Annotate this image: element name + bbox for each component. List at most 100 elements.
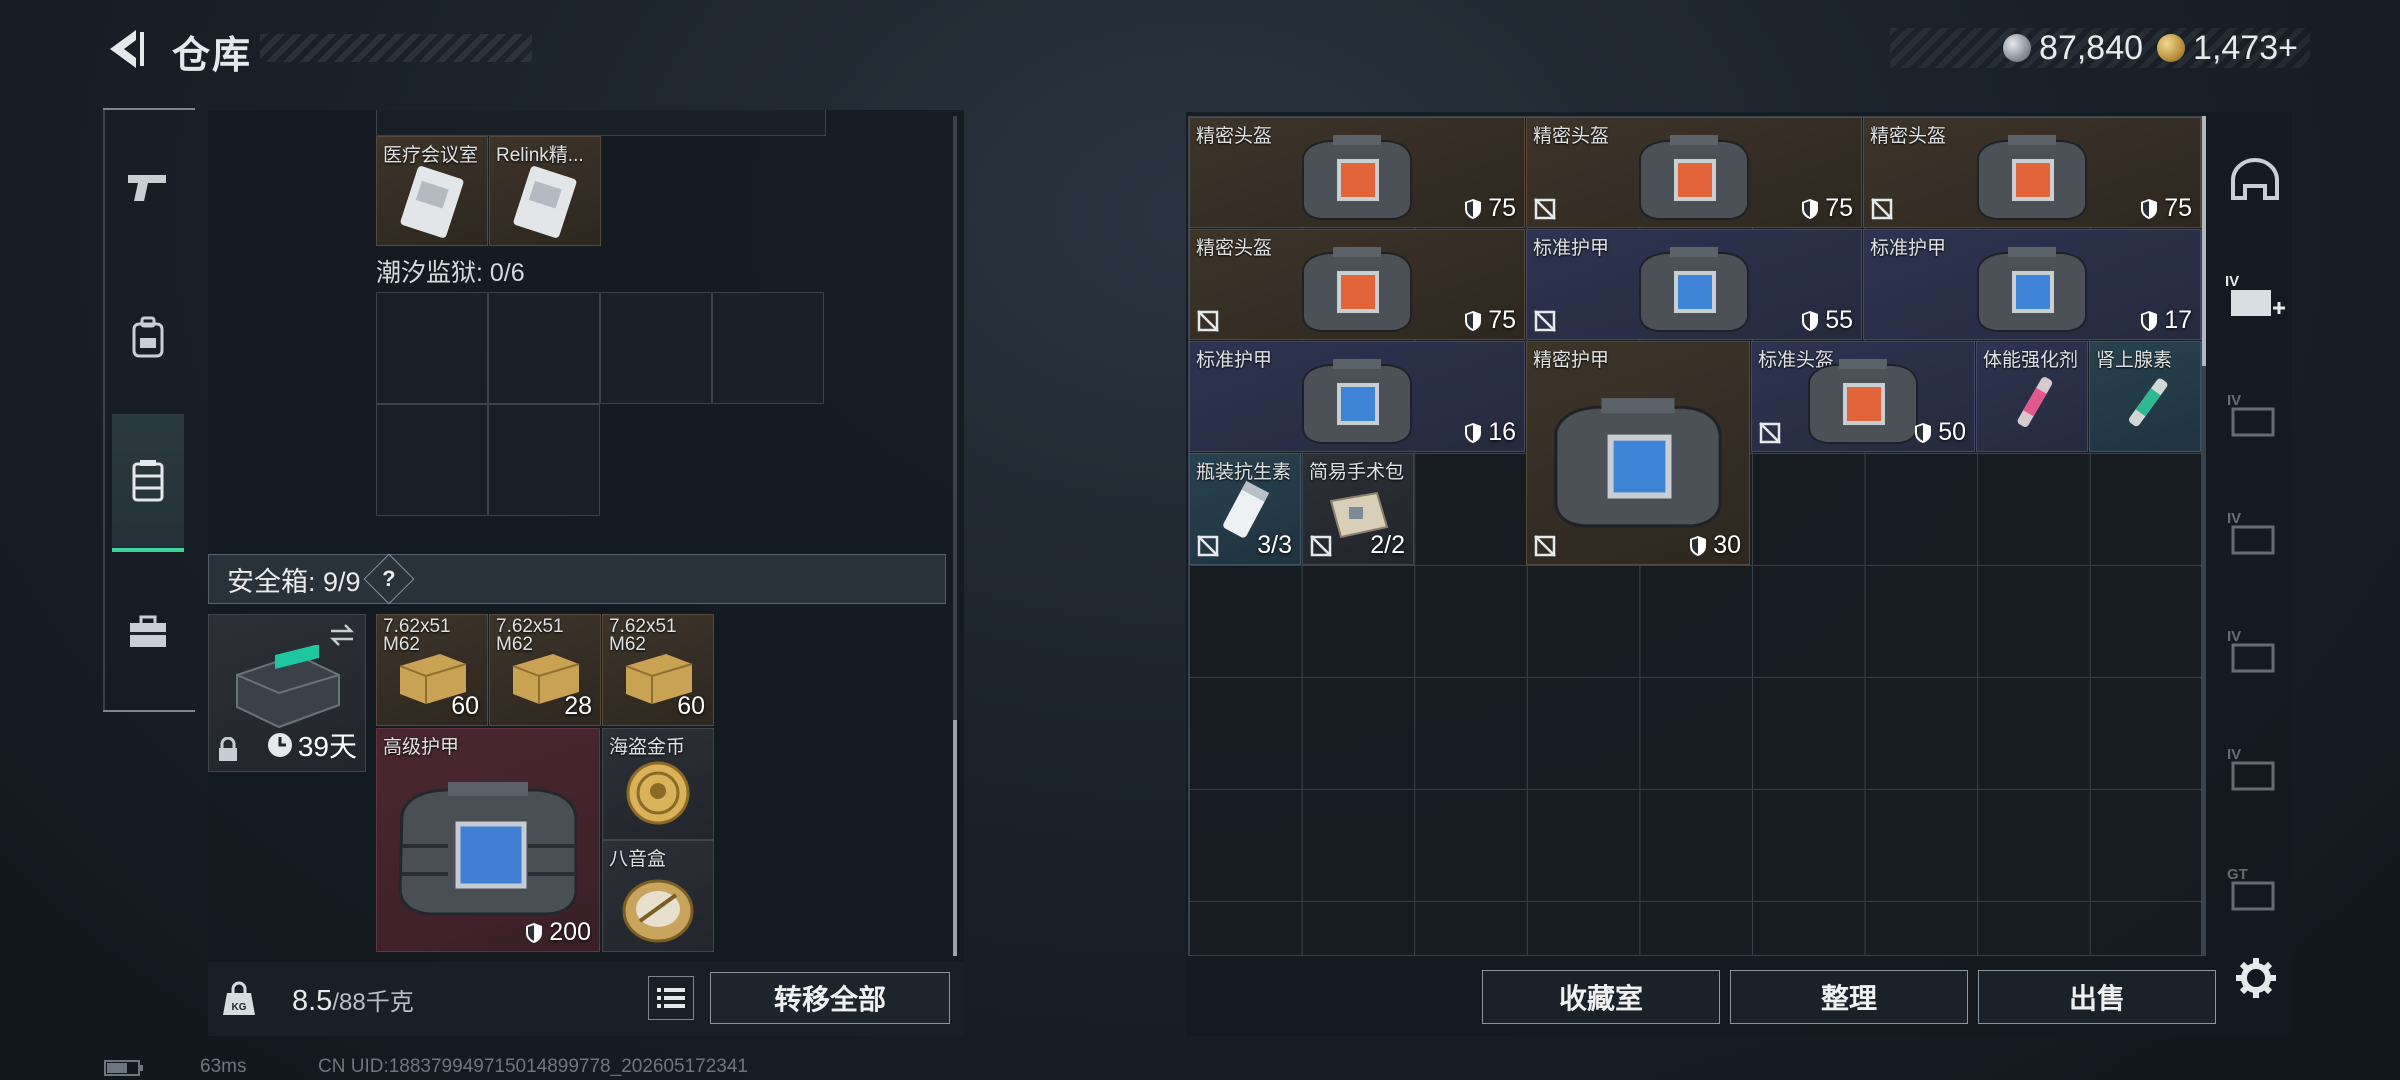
- item-count: 2/2: [1370, 531, 1405, 559]
- shield-icon: [1465, 198, 1482, 219]
- storage-tier-icon: IV: [2227, 510, 2275, 555]
- weight-max: /88千克: [332, 989, 414, 1016]
- list-view-button[interactable]: [648, 976, 694, 1020]
- storage-item-antibiotics[interactable]: 瓶装抗生素 3/3: [1189, 453, 1301, 565]
- gold-currency[interactable]: 1,473+: [2157, 29, 2298, 68]
- timer: 39天: [266, 725, 357, 765]
- storage-tier-tab[interactable]: IV: [2222, 622, 2288, 682]
- storage-item-armor[interactable]: 标准护甲 55: [1526, 229, 1862, 340]
- add-storage-icon: IV: [2225, 273, 2285, 316]
- storage-tier-tab[interactable]: GT: [2222, 860, 2288, 920]
- inventory-item-pirate-coin[interactable]: 海盗金币: [602, 728, 714, 840]
- storage-item-armor[interactable]: 标准护甲 16: [1189, 341, 1525, 452]
- empty-slot[interactable]: [376, 404, 488, 516]
- swap-icon[interactable]: [327, 623, 357, 647]
- item-label: 简易手术包: [1309, 462, 1405, 483]
- storage-tier-tab[interactable]: IV: [2222, 504, 2288, 564]
- safebox-label: 安全箱: 9/9: [227, 566, 361, 597]
- storage-item-stim[interactable]: 体能强化剂: [1976, 341, 2088, 452]
- storage-item-surgery-kit[interactable]: 简易手术包 2/2: [1302, 453, 1414, 565]
- item-label: 医疗会议室: [383, 145, 479, 166]
- clock-icon: [267, 733, 292, 757]
- item-label: 八音盒: [609, 849, 667, 870]
- empty-slot[interactable]: [600, 292, 712, 404]
- item-count: 60: [451, 692, 479, 720]
- weight-value: 8.5: [292, 985, 333, 1017]
- no-insurance-icon: [1310, 535, 1332, 557]
- add-storage-tab[interactable]: IV: [2222, 268, 2288, 328]
- no-insurance-icon: [1871, 198, 1893, 220]
- durability-value: 75: [1825, 194, 1853, 222]
- item-label: 肾上腺素: [2096, 350, 2173, 371]
- nav-backpack[interactable]: [112, 290, 184, 386]
- inventory-item-music-box[interactable]: 八音盒: [602, 840, 714, 952]
- helmet-storage-tab[interactable]: [2222, 150, 2288, 210]
- inventory-item-keycard[interactable]: 医疗会议室: [376, 136, 488, 246]
- inventory-item-ammo[interactable]: 7.62x51 M62 28: [489, 614, 601, 726]
- item-label: 精密头盔: [1533, 126, 1610, 147]
- storage-item-armor[interactable]: 精密护甲 30: [1526, 341, 1750, 565]
- item-count: 60: [677, 692, 705, 720]
- storage-item-helmet[interactable]: 精密头盔 75: [1863, 117, 2201, 228]
- svg-text:IV: IV: [2227, 746, 2241, 763]
- durability: 75: [1464, 194, 1516, 223]
- back-arrow-icon: [110, 30, 144, 68]
- inventory-item-keycard[interactable]: Relink精...: [489, 136, 601, 246]
- armor-bag-orange-icon: [1302, 246, 1412, 332]
- storage-tier-tab[interactable]: IV: [2222, 740, 2288, 800]
- gear-icon: [2236, 958, 2276, 998]
- storage-item-adrenaline[interactable]: 肾上腺素: [2089, 341, 2201, 452]
- weight-lock-button[interactable]: KG: [208, 962, 270, 1036]
- storage-item-helmet[interactable]: 精密头盔 75: [1189, 229, 1525, 340]
- safebox-icon: [236, 644, 340, 728]
- storage-item-helmet[interactable]: 精密头盔 75: [1189, 117, 1525, 228]
- storage-scrollbar-thumb[interactable]: [2202, 116, 2206, 366]
- durability: 17: [2140, 306, 2192, 335]
- sort-button[interactable]: 整理: [1730, 970, 1968, 1024]
- sell-button[interactable]: 出售: [1978, 970, 2216, 1024]
- no-insurance-icon: [1197, 535, 1219, 557]
- inventory-item-ammo[interactable]: 7.62x51 M62 60: [602, 614, 714, 726]
- nav-toolbox[interactable]: [112, 584, 184, 680]
- transfer-all-button[interactable]: 转移全部: [710, 972, 950, 1024]
- inventory-item-ammo[interactable]: 7.62x51 M62 60: [376, 614, 488, 726]
- item-label: 标准护甲: [1533, 238, 1610, 259]
- nav-storage[interactable]: [112, 414, 184, 552]
- gun-icon: [128, 175, 166, 201]
- durability-value: 200: [549, 918, 591, 946]
- toolbox-icon: [130, 615, 166, 647]
- back-button[interactable]: [100, 24, 150, 74]
- safebox-help-button[interactable]: ?: [363, 553, 415, 605]
- settings-button[interactable]: [2228, 950, 2284, 1006]
- item-label: 精密头盔: [1196, 126, 1273, 147]
- storage-item-armor[interactable]: 标准护甲 17: [1863, 229, 2201, 340]
- shield-icon: [2141, 198, 2158, 219]
- add-currency-plus[interactable]: +: [2278, 29, 2298, 67]
- collection-room-button[interactable]: 收藏室: [1482, 970, 1720, 1024]
- side-nav-rule: [103, 108, 105, 712]
- left-scrollbar-thumb[interactable]: [953, 720, 957, 956]
- empty-slot[interactable]: [376, 292, 488, 404]
- shield-icon: [1802, 198, 1819, 219]
- safebox-container[interactable]: 39天: [208, 614, 366, 772]
- durability-value: 17: [2164, 306, 2192, 334]
- storage-tier-tab[interactable]: IV: [2222, 386, 2288, 446]
- armor-bag-blue-icon: [1639, 246, 1749, 332]
- item-label: 标准护甲: [1196, 350, 1273, 371]
- item-label: 高级护甲: [383, 737, 460, 758]
- gold-coin-item-icon: [626, 761, 690, 825]
- weight-readout: 8.5/88千克: [292, 982, 414, 1018]
- storage-tier-icon: IV: [2227, 628, 2275, 673]
- empty-slot[interactable]: [712, 292, 824, 404]
- inventory-item-armor[interactable]: 高级护甲 200: [376, 728, 600, 952]
- storage-item-helmet[interactable]: 精密头盔 75: [1526, 117, 1862, 228]
- nav-weapons[interactable]: [112, 140, 184, 236]
- storage-item-helmet[interactable]: 标准头盔 50: [1751, 341, 1975, 452]
- empty-slot[interactable]: [488, 292, 600, 404]
- prison-label: 潮汐监狱: 0/6: [376, 259, 525, 287]
- durability: 30: [1689, 531, 1741, 560]
- keycard-icon: [400, 165, 464, 238]
- help-label: ?: [381, 565, 396, 591]
- empty-slot[interactable]: [488, 404, 600, 516]
- music-box-icon: [622, 879, 694, 943]
